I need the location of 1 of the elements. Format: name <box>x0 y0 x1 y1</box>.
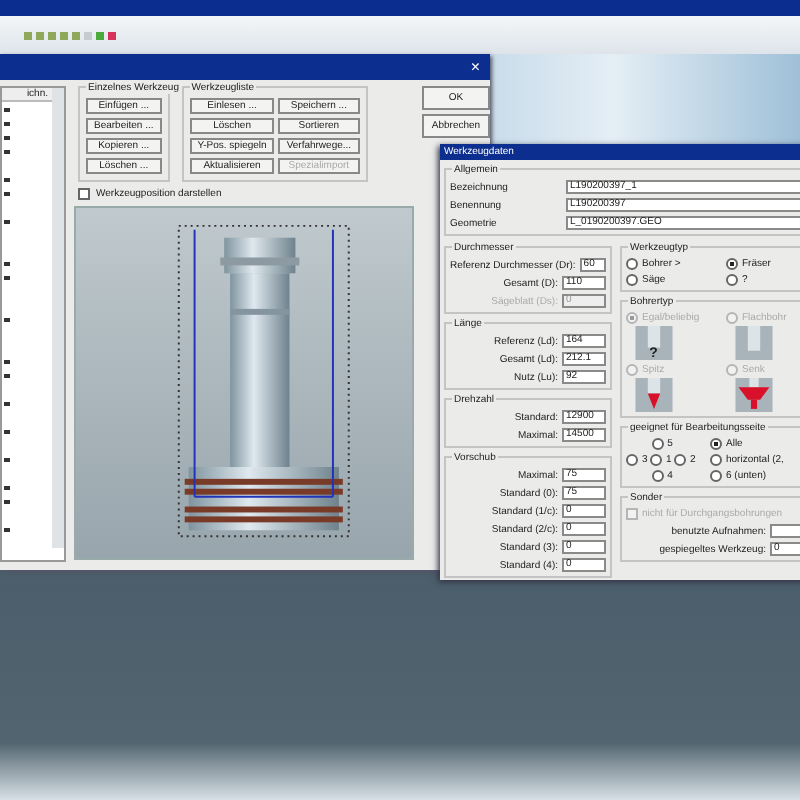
close-icon[interactable]: × <box>470 59 480 75</box>
